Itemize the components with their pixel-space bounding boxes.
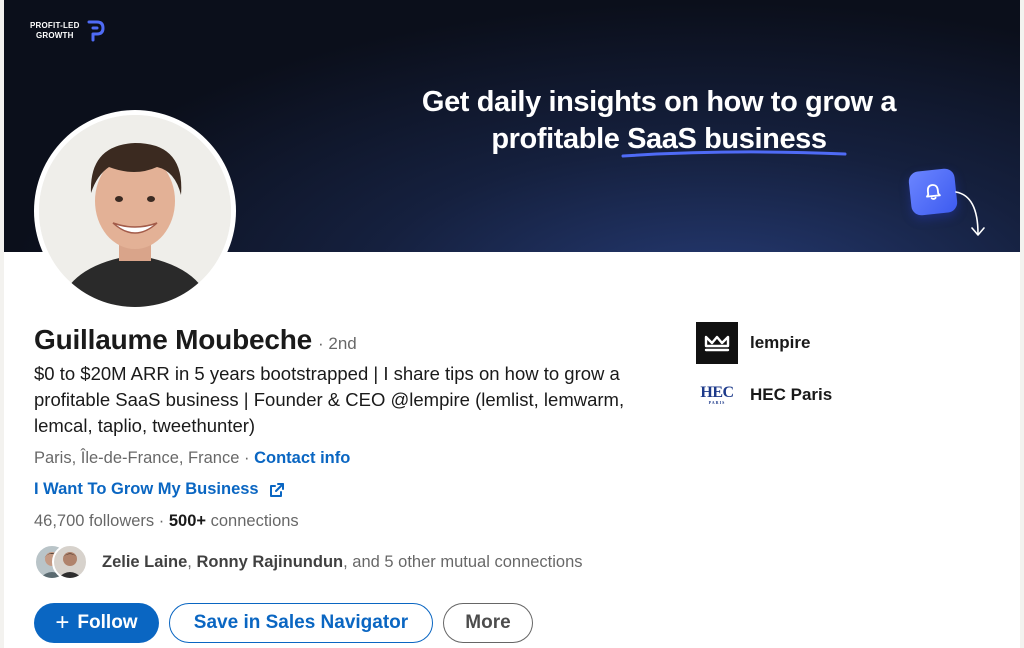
connections-count[interactable]: 500+ <box>169 512 206 530</box>
profile-location: Paris, Île-de-France, France · <box>34 449 250 467</box>
plg-logo-icon <box>86 20 106 42</box>
plus-icon: + <box>55 609 70 636</box>
mutual-avatars <box>34 544 90 580</box>
mutual-person-1[interactable]: Zelie Laine <box>102 553 187 571</box>
connections-label: connections <box>210 512 299 530</box>
avatar <box>52 544 88 580</box>
follow-label: Follow <box>77 612 138 633</box>
name-row: Guillaume Moubeche · 2nd <box>34 324 357 356</box>
mutual-text: Zelie Laine, Ronny Rajinundun, and 5 oth… <box>102 553 583 572</box>
more-button[interactable]: More <box>443 603 533 643</box>
banner-headline-line1: Get daily insights on how to grow a <box>421 86 897 118</box>
hec-logo-text: HEC <box>700 384 734 401</box>
profile-photo <box>39 115 231 307</box>
brand-text-line1: PROFIT-LED <box>30 21 80 30</box>
mutual-separator: , <box>187 552 192 571</box>
follow-button[interactable]: + Follow <box>34 603 159 643</box>
hec-paris-logo: HEC PARIS <box>696 374 738 416</box>
save-sales-navigator-button[interactable]: Save in Sales Navigator <box>169 603 433 643</box>
org-lempire[interactable]: lempire <box>696 322 810 364</box>
profile-avatar[interactable] <box>34 110 236 312</box>
lempire-crown-logo <box>696 322 738 364</box>
mutual-person-2[interactable]: Ronny Rajinundun <box>196 553 343 571</box>
org-name: lempire <box>750 333 811 352</box>
bell-icon <box>907 167 959 217</box>
profile-headline: $0 to $20M ARR in 5 years bootstrapped |… <box>34 363 625 436</box>
banner-headline: Get daily insights on how to grow a prof… <box>334 84 984 158</box>
profile-name: Guillaume Moubeche <box>34 324 312 355</box>
profile-card: PROFIT-LED GROWTH Get daily insights on … <box>4 0 1020 648</box>
headline-underline <box>621 150 847 158</box>
mutual-connections[interactable]: Zelie Laine, Ronny Rajinundun, and 5 oth… <box>34 544 583 580</box>
mutual-rest: , and 5 other mutual connections <box>343 552 583 571</box>
brand-logo: PROFIT-LED GROWTH <box>30 20 106 42</box>
website-label[interactable]: I Want To Grow My Business <box>34 480 259 499</box>
connection-degree: · 2nd <box>318 334 357 353</box>
org-name: HEC Paris <box>750 385 833 404</box>
followers-count[interactable]: 46,700 followers <box>34 512 154 530</box>
brand-text-line2: GROWTH <box>35 31 74 40</box>
brand-text: PROFIT-LED GROWTH <box>30 21 80 41</box>
hec-logo-subtext: PARIS <box>708 400 726 405</box>
website-link[interactable]: I Want To Grow My Business <box>34 480 285 499</box>
contact-info-link[interactable]: Contact info <box>254 449 350 467</box>
location-row: Paris, Île-de-France, France · Contact i… <box>34 449 350 468</box>
external-link-icon <box>269 482 284 497</box>
curved-arrow-icon <box>955 191 985 236</box>
profile-stats: 46,700 followers · 500+ connections <box>34 512 299 530</box>
org-hec-paris[interactable]: HEC PARIS HEC Paris <box>696 374 832 416</box>
